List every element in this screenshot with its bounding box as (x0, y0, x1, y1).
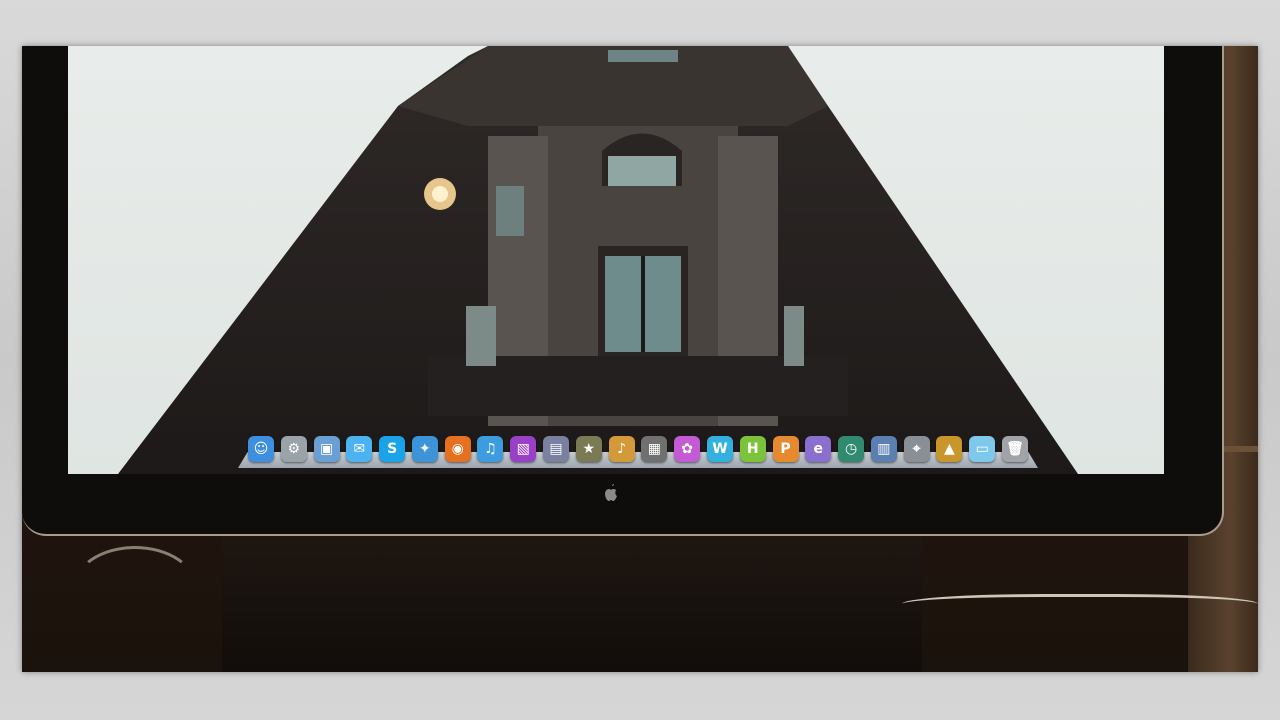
letter-w-icon[interactable]: W (706, 436, 733, 462)
photo-frame: ☺ ⚙ ▣ ✉ S ✦ ◉ ♫ ▧ ▤ ★ ♪ ▦ ✿ W H Pe ◷ ▥ ⌖ ▲ ▭ 🗑 (22, 46, 1258, 672)
trash-icon[interactable]: 🗑 (1001, 436, 1028, 462)
ilife-star-icon[interactable]: ★ (575, 436, 602, 462)
apple-logo-icon (600, 482, 622, 506)
desktop-wallpaper (118, 46, 1078, 474)
clapperboard-icon[interactable]: ▦ (641, 436, 668, 462)
system-preferences-icon[interactable]: ⚙ (280, 436, 307, 462)
scanner-icon[interactable]: ⌖ (903, 436, 930, 462)
imovie-icon[interactable]: ▤ (543, 436, 570, 462)
letter-e-icon[interactable]: e (805, 436, 832, 462)
monitor-stand (222, 536, 922, 672)
preview-icon[interactable]: ▣ (313, 436, 340, 462)
pyramid-app-icon[interactable]: ▲ (936, 436, 963, 462)
iphoto-icon[interactable]: ▧ (510, 436, 537, 462)
safari-icon[interactable]: ✦ (411, 436, 438, 462)
cable (902, 594, 1258, 619)
skype-icon[interactable]: S (379, 436, 406, 462)
ichat-icon[interactable]: ✉ (346, 436, 373, 462)
monitor: ☺ ⚙ ▣ ✉ S ✦ ◉ ♫ ▧ ▤ ★ ♪ ▦ ✿ W H Pe ◷ ▥ ⌖ ▲ ▭ 🗑 (22, 46, 1224, 536)
dashboard-icon[interactable]: ▥ (870, 436, 897, 462)
downloads-folder-icon[interactable]: ▭ (969, 436, 996, 462)
dock: ☺ ⚙ ▣ ✉ S ✦ ◉ ♫ ▧ ▤ ★ ♪ ▦ ✿ W H Pe ◷ ▥ ⌖ ▲ ▭ 🗑 (238, 426, 1038, 468)
cable (72, 546, 198, 632)
letter-p-icon[interactable]: P (772, 436, 799, 462)
finder-icon[interactable]: ☺ (248, 436, 274, 462)
time-machine-icon[interactable]: ◷ (838, 436, 865, 462)
garageband-icon[interactable]: ♪ (608, 436, 635, 462)
firefox-icon[interactable]: ◉ (444, 436, 471, 462)
dock-icons: ☺ ⚙ ▣ ✉ S ✦ ◉ ♫ ▧ ▤ ★ ♪ ▦ ✿ W H Pe ◷ ▥ ⌖ ▲ ▭ 🗑 (248, 426, 1028, 462)
letter-h-icon[interactable]: H (739, 436, 766, 462)
itunes-icon[interactable]: ♫ (477, 436, 504, 462)
desktop-screen: ☺ ⚙ ▣ ✉ S ✦ ◉ ♫ ▧ ▤ ★ ♪ ▦ ✿ W H Pe ◷ ▥ ⌖ ▲ ▭ 🗑 (68, 46, 1164, 474)
flower-icon[interactable]: ✿ (674, 436, 701, 462)
